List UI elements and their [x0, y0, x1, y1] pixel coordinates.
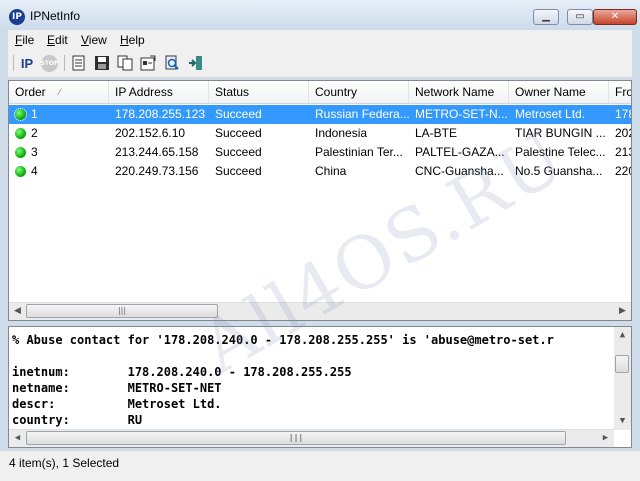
properties-icon: [140, 55, 156, 71]
html-report-button[interactable]: [70, 54, 88, 72]
toolbar: IP STOP: [8, 49, 632, 78]
column-header-network[interactable]: Network Name: [409, 81, 509, 103]
menu-edit[interactable]: Edit: [47, 33, 68, 47]
details-vertical-scrollbar[interactable]: ▲ ▼: [614, 327, 631, 430]
maximize-button[interactable]: ▭: [567, 9, 593, 25]
toolbar-separator: [64, 55, 65, 71]
details-horizontal-scrollbar[interactable]: ◀ ||| ▶: [9, 429, 614, 447]
sort-arrow-icon: ⁄: [59, 87, 61, 97]
app-window: IP IPNetInfo ▁ ▭ ✕ File Edit View Help I…: [0, 0, 640, 481]
column-header-ip[interactable]: IP Address: [109, 81, 209, 103]
cell-from: 178: [615, 107, 631, 121]
cell-country: Palestinian Ter...: [315, 145, 403, 159]
cell-ip: 213.244.65.158: [115, 145, 199, 159]
scroll-right-icon[interactable]: ▶: [614, 303, 631, 320]
floppy-disk-icon: [95, 56, 109, 70]
column-header-from[interactable]: Fro: [609, 81, 631, 103]
window-title: IPNetInfo: [30, 9, 81, 23]
status-bar: 4 item(s), 1 Selected: [0, 450, 640, 481]
scroll-thumb[interactable]: |||: [26, 431, 566, 445]
title-bar[interactable]: IP IPNetInfo ▁ ▭ ✕: [0, 0, 640, 30]
scroll-up-icon[interactable]: ▲: [614, 327, 631, 344]
detail-line: inetnum: 178.208.240.0 - 178.208.255.255: [12, 365, 352, 379]
details-pane[interactable]: % Abuse contact for '178.208.240.0 - 178…: [8, 326, 632, 448]
detail-line: netname: METRO-SET-NET: [12, 381, 222, 395]
cell-ip: 202.152.6.10: [115, 126, 186, 140]
exit-button[interactable]: [187, 54, 205, 72]
column-header-status[interactable]: Status: [209, 81, 309, 103]
search-icon: [165, 55, 179, 70]
table-row[interactable]: 3 213.244.65.158 Succeed Palestinian Ter…: [9, 143, 631, 162]
column-header-order[interactable]: Order ⁄: [9, 81, 109, 103]
stop-button[interactable]: STOP: [40, 54, 58, 72]
column-header-country[interactable]: Country: [309, 81, 409, 103]
find-button[interactable]: [163, 54, 181, 72]
menu-file[interactable]: File: [15, 33, 34, 47]
cell-order: 3: [31, 145, 38, 159]
app-icon: IP: [9, 9, 25, 25]
cell-status: Succeed: [215, 164, 262, 178]
table-row[interactable]: 1 178.208.255.123 Succeed Russian Federa…: [9, 105, 631, 124]
detail-line: descr: Metroset Ltd.: [12, 397, 222, 411]
scroll-down-icon[interactable]: ▼: [614, 413, 631, 430]
status-text: 4 item(s), 1 Selected: [9, 456, 120, 470]
cell-from: 213: [615, 145, 631, 159]
cell-ip: 220.249.73.156: [115, 164, 199, 178]
properties-button[interactable]: [139, 54, 157, 72]
cell-country: Russian Federa...: [315, 107, 409, 121]
lookup-ip-button[interactable]: IP: [18, 54, 36, 72]
results-list[interactable]: Order ⁄ IP Address Status Country Network…: [8, 80, 632, 321]
cell-order: 1: [31, 107, 38, 121]
cell-status: Succeed: [215, 126, 262, 140]
menu-bar: File Edit View Help: [8, 30, 632, 49]
cell-network: CNC-Guansha...: [415, 164, 504, 178]
scroll-right-icon[interactable]: ▶: [597, 430, 614, 447]
list-horizontal-scrollbar[interactable]: ◀ ||| ▶: [9, 302, 631, 320]
menu-help[interactable]: Help: [120, 33, 145, 47]
exit-icon: [189, 56, 202, 70]
cell-owner: Metroset Ltd.: [515, 107, 586, 121]
column-header-owner[interactable]: Owner Name: [509, 81, 609, 103]
table-row[interactable]: 2 202.152.6.10 Succeed Indonesia LA-BTE …: [9, 124, 631, 143]
cell-network: PALTEL-GAZA...: [415, 145, 505, 159]
toolbar-separator: [13, 55, 14, 71]
cell-order: 4: [31, 164, 38, 178]
cell-order: 2: [31, 126, 38, 140]
scroll-left-icon[interactable]: ◀: [9, 303, 26, 320]
save-button[interactable]: [93, 54, 111, 72]
cell-owner: No.5 Guansha...: [515, 164, 603, 178]
cell-ip: 178.208.255.123: [115, 107, 206, 121]
copy-button[interactable]: [116, 54, 134, 72]
cell-network: METRO-SET-N...: [415, 107, 508, 121]
list-header: Order ⁄ IP Address Status Country Network…: [9, 81, 631, 104]
detail-line: % Abuse contact for '178.208.240.0 - 178…: [12, 333, 554, 347]
cell-status: Succeed: [215, 107, 262, 121]
cell-status: Succeed: [215, 145, 262, 159]
scroll-left-icon[interactable]: ◀: [9, 430, 26, 447]
detail-line: country: RU: [12, 413, 143, 427]
cell-network: LA-BTE: [415, 126, 458, 140]
document-icon: [72, 55, 85, 71]
stop-icon: STOP: [40, 54, 58, 72]
scroll-thumb[interactable]: |||: [26, 304, 218, 318]
cell-owner: Palestine Telec...: [515, 145, 606, 159]
cell-from: 220: [615, 164, 631, 178]
copy-icon: [117, 55, 133, 71]
cell-country: China: [315, 164, 347, 178]
table-row[interactable]: 4 220.249.73.156 Succeed China CNC-Guans…: [9, 162, 631, 181]
menu-view[interactable]: View: [81, 33, 107, 47]
cell-country: Indonesia: [315, 126, 368, 140]
cell-from: 202: [615, 126, 631, 140]
minimize-button[interactable]: ▁: [533, 9, 559, 25]
close-button[interactable]: ✕: [593, 9, 637, 25]
scroll-thumb[interactable]: [615, 355, 629, 373]
cell-owner: TIAR BUNGIN ...: [515, 126, 606, 140]
